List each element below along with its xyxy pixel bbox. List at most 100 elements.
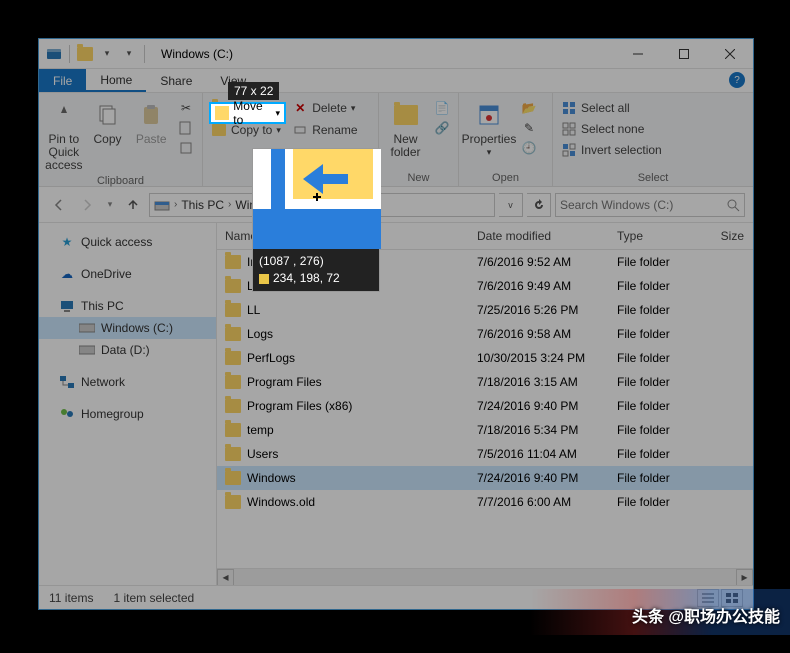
file-name: temp [247,423,274,437]
magnifier-image [253,149,381,249]
homegroup-icon [59,406,75,422]
table-row[interactable]: temp7/18/2016 5:34 PMFile folder [217,418,753,442]
file-type: File folder [609,372,709,392]
window-title: Windows (C:) [153,47,615,61]
properties-button[interactable]: Properties ▾ [465,99,513,158]
tree-quick-access[interactable]: ★Quick access [39,231,216,253]
tree-onedrive[interactable]: ☁OneDrive [39,263,216,285]
file-menu[interactable]: File [39,69,86,92]
forward-button[interactable] [75,193,99,217]
file-name: Windows.old [247,495,315,509]
move-to-highlight[interactable]: Move to ▾ [209,102,286,124]
file-date: 10/30/2015 3:24 PM [469,348,609,368]
column-date[interactable]: Date modified [469,223,609,249]
recent-button[interactable]: ▾ [103,193,117,217]
paste-icon [135,99,167,131]
file-date: 7/25/2016 5:26 PM [469,300,609,320]
edit-button[interactable]: ✎ [519,119,539,137]
new-group-label: New [385,170,452,186]
titlebar: ▾ ▾ Windows (C:) [39,39,753,69]
file-name: Users [247,447,278,461]
list-body[interactable]: Intel7/6/2016 9:52 AMFile folderLENOVO7/… [217,250,753,568]
magnifier-coords: (1087 , 276) [259,253,373,270]
magnifier-info: (1087 , 276) 234, 198, 72 [253,249,379,291]
pc-icon [59,298,75,314]
table-row[interactable]: Program Files (x86)7/24/2016 9:40 PMFile… [217,394,753,418]
table-row[interactable]: Windows7/24/2016 9:40 PMFile folder [217,466,753,490]
invert-selection-button[interactable]: Invert selection [559,141,664,159]
close-button[interactable] [707,39,753,69]
tree-network[interactable]: Network [39,371,216,393]
folder-icon [225,279,241,293]
move-to-icon [215,106,229,120]
column-size[interactable]: Size [709,223,753,249]
folder-icon [225,303,241,317]
navigation-tree: ★Quick access ☁OneDrive This PC Windows … [39,223,217,585]
address-bar: ▾ › This PC› Windows (C:)› v [39,187,753,223]
refresh-button[interactable] [527,193,551,217]
addr-dropdown-button[interactable]: v [499,193,523,217]
pin-icon [48,99,80,131]
copy-path-button[interactable] [176,119,196,137]
copy-icon [92,99,124,131]
qat-expand-icon[interactable]: ▾ [120,45,138,63]
qat-dropdown-icon[interactable]: ▾ [98,45,116,63]
select-all-icon [561,100,577,116]
paste-button[interactable]: Paste [132,99,170,146]
tab-share[interactable]: Share [146,69,206,92]
maximize-button[interactable] [661,39,707,69]
horizontal-scrollbar[interactable]: ◂ ▸ [217,568,753,585]
search-box[interactable] [555,193,745,217]
rename-button[interactable]: Rename [290,121,359,139]
help-icon[interactable]: ? [729,72,745,88]
easy-access-button[interactable]: 🔗 [432,119,452,137]
pin-quick-access-button[interactable]: Pin to Quick access [45,99,83,173]
table-row[interactable]: Windows.old7/7/2016 6:00 AMFile folder [217,490,753,514]
table-row[interactable]: Logs7/6/2016 9:58 AMFile folder [217,322,753,346]
chevron-right-icon[interactable]: › [172,199,179,210]
copy-button[interactable]: Copy [89,99,127,146]
select-none-button[interactable]: Select none [559,120,664,138]
file-type: File folder [609,324,709,344]
column-type[interactable]: Type [609,223,709,249]
folder-icon [225,375,241,389]
chevron-down-icon: ▾ [275,108,280,119]
explorer-icon [45,45,63,63]
file-name: Program Files [247,375,322,389]
open-group-label: Open [465,170,546,186]
magnifier-rgb: 234, 198, 72 [273,271,340,285]
select-all-button[interactable]: Select all [559,99,664,117]
tab-home[interactable]: Home [86,69,146,92]
folder-icon [225,471,241,485]
tree-this-pc[interactable]: This PC [39,295,216,317]
up-button[interactable] [121,193,145,217]
tree-homegroup[interactable]: Homegroup [39,403,216,425]
search-input[interactable] [560,198,726,212]
folder-icon [76,45,94,63]
breadcrumb-segment[interactable]: This PC› [181,198,233,212]
new-item-button[interactable]: 📄 [432,99,452,117]
file-date: 7/6/2016 9:58 AM [469,324,609,344]
tree-drive-d[interactable]: Data (D:) [39,339,216,361]
file-date: 7/24/2016 9:40 PM [469,468,609,488]
table-row[interactable]: Users7/5/2016 11:04 AMFile folder [217,442,753,466]
new-folder-button[interactable]: New folder [385,99,426,159]
file-date: 7/5/2016 11:04 AM [469,444,609,464]
minimize-button[interactable] [615,39,661,69]
magnifier-popup: (1087 , 276) 234, 198, 72 [252,148,380,292]
scroll-right-icon[interactable]: ▸ [736,569,753,586]
paste-shortcut-button[interactable] [176,139,196,157]
file-name: PerfLogs [247,351,295,365]
table-row[interactable]: Program Files7/18/2016 3:15 AMFile folde… [217,370,753,394]
scroll-left-icon[interactable]: ◂ [217,569,234,586]
history-button[interactable]: 🕘 [519,139,539,157]
cut-button[interactable]: ✂ [176,99,196,117]
open-button[interactable]: 📂 [519,99,539,117]
tree-drive-c[interactable]: Windows (C:) [39,317,216,339]
file-date: 7/7/2016 6:00 AM [469,492,609,512]
back-button[interactable] [47,193,71,217]
color-swatch [259,274,269,284]
table-row[interactable]: LL7/25/2016 5:26 PMFile folder [217,298,753,322]
delete-button[interactable]: ✕Delete▾ [290,99,359,117]
table-row[interactable]: PerfLogs10/30/2015 3:24 PMFile folder [217,346,753,370]
